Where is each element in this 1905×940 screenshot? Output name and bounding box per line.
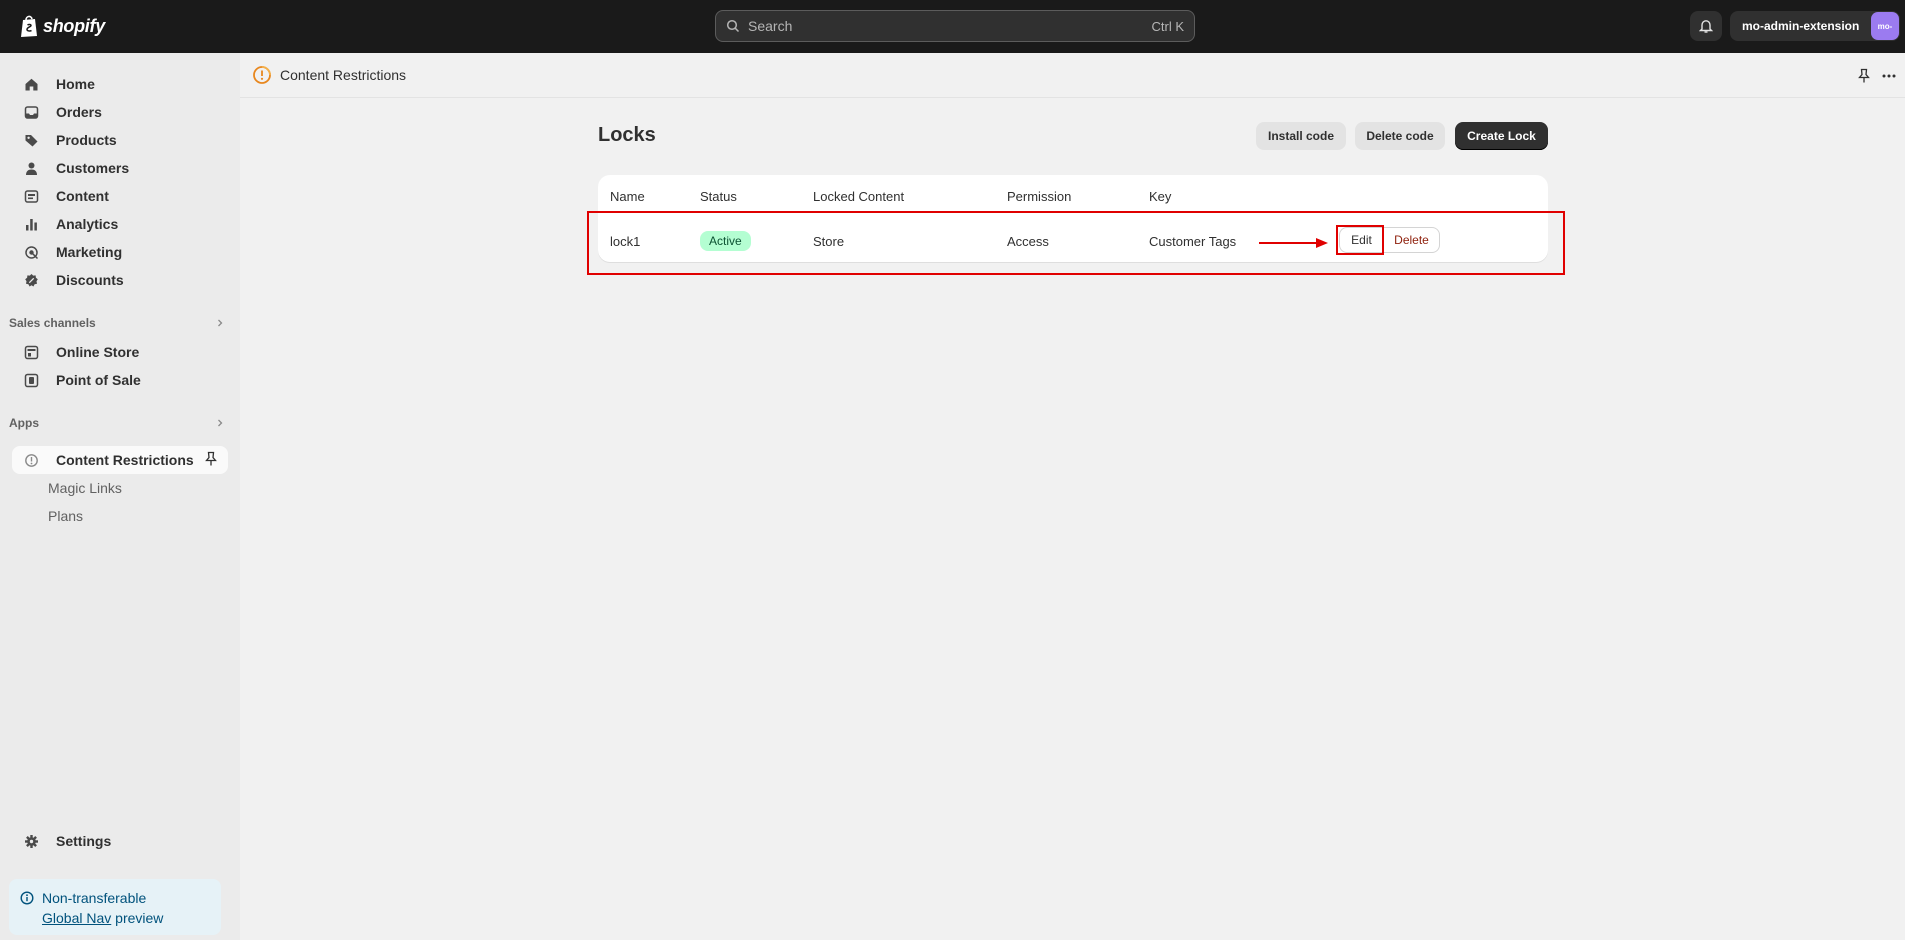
sidebar-item-home[interactable]: Home [12,70,228,98]
pin-icon[interactable] [204,451,218,467]
discount-icon [22,271,40,289]
notice-suffix: preview [115,910,164,926]
home-icon [22,75,40,93]
arrow-annotation-icon [1258,236,1330,250]
apps-header[interactable]: Apps [9,413,225,433]
notifications-button[interactable] [1690,11,1722,41]
search-input[interactable]: Search Ctrl K [715,10,1195,42]
person-icon [22,159,40,177]
sidebar-item-content-restrictions[interactable]: Content Restrictions [12,446,228,474]
sidebar-item-online-store[interactable]: Online Store [12,338,228,366]
sidebar-item-label: Settings [56,833,112,849]
sidebar-item-label: Content [56,188,109,204]
sidebar-item-content[interactable]: Content [12,182,228,210]
content-restrictions-app-icon [252,65,272,85]
sidebar-item-products[interactable]: Products [12,126,228,154]
column-header-key: Key [1149,189,1172,204]
bar-chart-icon [22,215,40,233]
sidebar-item-magic-links[interactable]: Magic Links [12,474,228,502]
bell-icon [1699,18,1713,34]
notice-line1: Non-transferable [42,890,147,906]
sidebar-item-label: Plans [48,508,84,524]
more-actions-icon[interactable] [1881,68,1897,84]
sidebar-item-label: Content Restrictions [56,452,194,468]
sidebar-item-settings[interactable]: Settings [12,827,228,855]
info-icon [20,891,34,905]
sidebar-item-marketing[interactable]: Marketing [12,238,228,266]
image-icon [22,187,40,205]
search-placeholder: Search [748,18,793,34]
sidebar-item-label: Magic Links [48,480,122,496]
sidebar-item-label: Customers [56,160,130,176]
sidebar-item-orders[interactable]: Orders [12,98,228,126]
column-header-locked-content: Locked Content [813,189,905,204]
gear-icon [22,832,40,850]
page-title: Locks [598,124,656,146]
target-icon [22,243,40,261]
search-icon [726,19,740,33]
sidebar-item-analytics[interactable]: Analytics [12,210,228,238]
create-lock-button[interactable]: Create Lock [1455,122,1548,150]
pin-icon[interactable] [1857,68,1871,84]
sidebar-item-point-of-sale[interactable]: Point of Sale [12,366,228,394]
sidebar-item-label: Orders [56,104,102,120]
account-menu[interactable]: mo-admin-extension mo- [1730,11,1900,41]
sidebar-item-customers[interactable]: Customers [12,154,228,182]
sidebar-item-discounts[interactable]: Discounts [12,266,228,294]
chevron-right-icon [215,318,225,328]
notice-line2: Global Nav preview [42,908,211,928]
edit-highlight-annotation [1336,225,1384,255]
logo-text: shopify [43,15,105,36]
sidebar-item-label: Marketing [56,244,123,260]
sidebar: Home Orders Products Customers Content A… [0,53,240,940]
chevron-right-icon [215,418,225,428]
app-header: Content Restrictions [240,53,1905,98]
delete-code-button[interactable]: Delete code [1355,122,1445,150]
tag-icon [22,131,40,149]
top-bar: shopify Search Ctrl K mo-admin-extension… [0,0,1905,53]
shopify-logo[interactable]: shopify [20,14,105,38]
content-restrictions-app-icon [22,451,40,469]
search-shortcut: Ctrl K [1151,18,1185,34]
global-nav-link[interactable]: Global Nav [42,910,111,926]
store-name: mo-admin-extension [1742,19,1860,33]
sales-channels-label: Sales channels [9,316,96,330]
store-icon [22,343,40,361]
sales-channels-header[interactable]: Sales channels [9,313,225,333]
sidebar-item-label: Discounts [56,272,124,288]
install-code-button[interactable]: Install code [1256,122,1346,150]
global-nav-notice: Non-transferable Global Nav preview [9,879,221,935]
avatar: mo- [1871,12,1899,40]
sidebar-item-label: Point of Sale [56,372,141,388]
column-header-status: Status [700,189,737,204]
sidebar-item-label: Products [56,132,117,148]
sidebar-item-label: Analytics [56,216,119,232]
inbox-icon [22,103,40,121]
app-title: Content Restrictions [280,67,407,83]
apps-label: Apps [9,416,39,430]
sidebar-item-label: Home [56,76,95,92]
sidebar-item-plans[interactable]: Plans [12,502,228,530]
shopify-bag-icon [20,14,40,38]
pos-icon [22,371,40,389]
sidebar-item-label: Online Store [56,344,140,360]
row-highlight-annotation [587,211,1565,275]
column-header-permission: Permission [1007,189,1072,204]
column-header-name: Name [610,189,645,204]
